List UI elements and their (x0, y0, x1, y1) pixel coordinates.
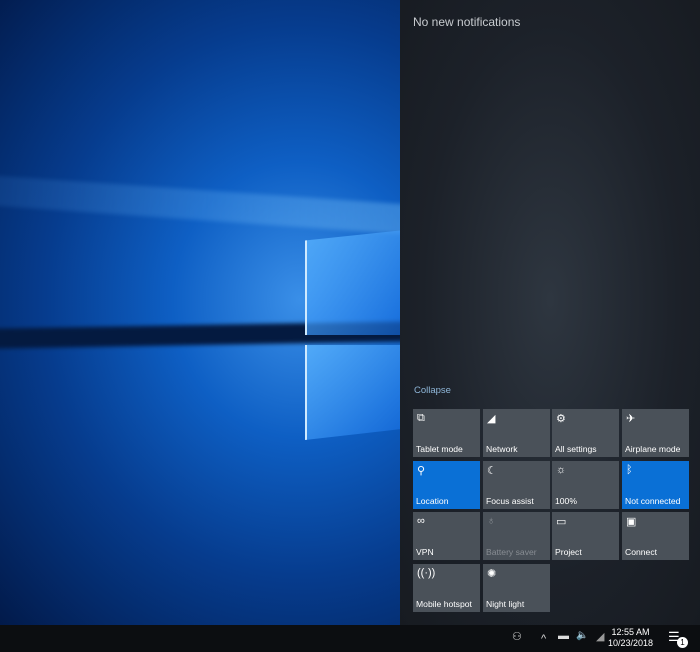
tile-night-light[interactable]: ✺ Night light (483, 564, 550, 612)
vpn-icon: ∞ (417, 515, 425, 527)
date: 10/23/2018 (608, 638, 653, 649)
tile-label: Airplane mode (625, 444, 680, 454)
desktop-wallpaper (0, 0, 400, 625)
tablet-mode-icon: ⧉ (417, 412, 425, 425)
tile-project[interactable]: ▭ Project (552, 512, 619, 560)
time: 12:55 AM (608, 627, 653, 638)
tile-connect[interactable]: ▣ Connect (622, 512, 689, 560)
tile-100-[interactable]: ☼ 100% (552, 461, 619, 509)
tile-location[interactable]: ⚲ Location (413, 461, 480, 509)
action-center: No new notifications Collapse ⧉ Tablet mo… (400, 0, 700, 625)
tile-label: Connect (625, 547, 657, 557)
no-notifications-text: No new notifications (413, 15, 520, 29)
tile-label: Focus assist (486, 496, 534, 506)
tile-tablet-mode[interactable]: ⧉ Tablet mode (413, 409, 480, 457)
people-icon[interactable]: ⚇ (512, 630, 522, 643)
notification-count-badge: 1 (677, 637, 688, 648)
network-icon: ◢ (487, 412, 495, 425)
project-icon: ▭ (556, 515, 566, 528)
tile-battery-saver[interactable]: ♁ Battery saver (483, 512, 550, 560)
battery-icon[interactable]: ▬ (558, 630, 569, 642)
connect-icon: ▣ (626, 515, 636, 528)
tile-focus-assist[interactable]: ☾ Focus assist (483, 461, 550, 509)
hotspot-icon: ((·)) (417, 567, 435, 579)
brightness-icon: ☼ (556, 464, 566, 476)
tile-label: Project (555, 547, 582, 557)
gear-icon: ⚙ (556, 412, 566, 425)
chevron-up-icon[interactable]: ^ (541, 633, 546, 645)
battery-saver-icon: ♁ (487, 515, 495, 527)
tile-label: 100% (555, 496, 577, 506)
taskbar: ⚇ ^ ▬ 🔈 ◢ 12:55 AM 10/23/2018 ☰ 1 (0, 625, 700, 652)
wifi-icon[interactable]: ◢ (596, 630, 604, 643)
bluetooth-icon: ᛒ (626, 464, 633, 476)
tile-label: All settings (555, 444, 597, 454)
tile-network[interactable]: ◢ Network (483, 409, 550, 457)
tile-label: Battery saver (486, 547, 537, 557)
clock[interactable]: 12:55 AM 10/23/2018 (608, 627, 653, 649)
tile-label: Network (486, 444, 518, 454)
tile-label: Location (416, 496, 449, 506)
location-icon: ⚲ (417, 464, 425, 477)
tile-label: Not connected (625, 496, 680, 506)
tile-vpn[interactable]: ∞ VPN (413, 512, 480, 560)
airplane-icon: ✈ (626, 412, 635, 425)
tile-all-settings[interactable]: ⚙ All settings (552, 409, 619, 457)
tile-not-connected[interactable]: ᛒ Not connected (622, 461, 689, 509)
tile-label: Mobile hotspot (416, 599, 472, 609)
volume-icon[interactable]: 🔈 (576, 630, 588, 641)
moon-icon: ☾ (487, 464, 497, 477)
collapse-link[interactable]: Collapse (414, 385, 451, 396)
tile-label: Tablet mode (416, 444, 463, 454)
tile-airplane-mode[interactable]: ✈ Airplane mode (622, 409, 689, 457)
tile-label: Night light (486, 599, 524, 609)
night-light-icon: ✺ (487, 567, 496, 580)
tile-label: VPN (416, 547, 434, 557)
tile-mobile-hotspot[interactable]: ((·)) Mobile hotspot (413, 564, 480, 612)
